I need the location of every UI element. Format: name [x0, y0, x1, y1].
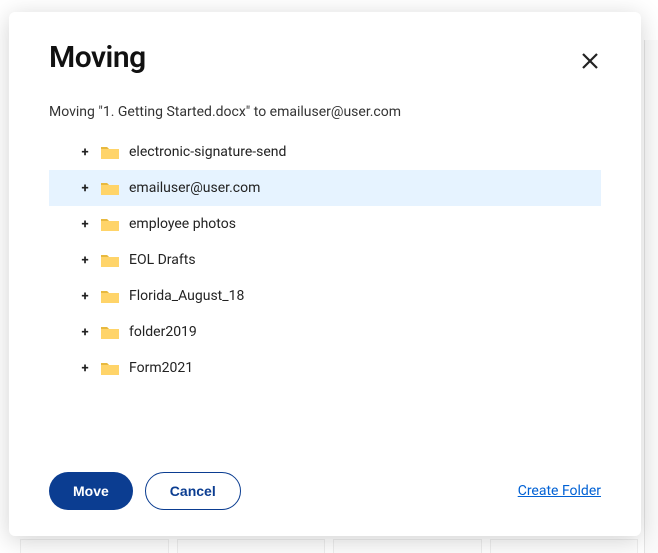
dialog-footer: Move Cancel Create Folder [49, 448, 601, 510]
expand-icon[interactable]: + [79, 218, 91, 230]
folder-row[interactable]: + emailuser@user.com [49, 170, 601, 206]
folder-row[interactable]: + folder2019 [49, 314, 601, 350]
folder-label: folder2019 [129, 324, 197, 340]
folder-row[interactable]: + employee photos [49, 206, 601, 242]
cancel-button[interactable]: Cancel [145, 472, 241, 510]
folder-row[interactable]: + EOL Drafts [49, 242, 601, 278]
folder-tree: + electronic-signature-send + emailuser@use… [49, 134, 601, 448]
folder-icon [101, 217, 119, 231]
expand-icon[interactable]: + [79, 254, 91, 266]
folder-label: electronic-signature-send [129, 144, 286, 160]
expand-icon[interactable]: + [79, 290, 91, 302]
folder-label: Form2021 [129, 360, 193, 376]
background-bottom [0, 539, 658, 553]
background-toolbar [0, 0, 658, 6]
expand-icon[interactable]: + [79, 326, 91, 338]
folder-label: EOL Drafts [129, 252, 196, 268]
folder-row[interactable]: + Florida_August_18 [49, 278, 601, 314]
move-dialog: Moving Moving "1. Getting Started.docx" … [9, 12, 641, 536]
expand-icon[interactable]: + [79, 362, 91, 374]
dialog-header: Moving [49, 40, 601, 78]
folder-label: employee photos [129, 216, 236, 232]
dialog-title: Moving [49, 40, 146, 75]
dialog-subtitle: Moving "1. Getting Started.docx" to emai… [49, 104, 601, 120]
close-icon [580, 51, 600, 71]
folder-row[interactable]: + Form2021 [49, 350, 601, 386]
folder-icon [101, 361, 119, 375]
expand-icon[interactable]: + [79, 146, 91, 158]
folder-icon [101, 145, 119, 159]
folder-icon [101, 289, 119, 303]
folder-row[interactable]: + electronic-signature-send [49, 134, 601, 170]
folder-icon [101, 325, 119, 339]
close-button[interactable] [573, 44, 607, 78]
folder-tree-scroll[interactable]: + electronic-signature-send + emailuser@use… [49, 134, 601, 448]
expand-icon[interactable]: + [79, 182, 91, 194]
create-folder-link[interactable]: Create Folder [518, 483, 601, 499]
folder-label: Florida_August_18 [129, 288, 244, 304]
folder-icon [101, 253, 119, 267]
folder-label: emailuser@user.com [129, 180, 260, 196]
move-button[interactable]: Move [49, 472, 133, 510]
background-side [644, 40, 658, 553]
folder-icon [101, 181, 119, 195]
